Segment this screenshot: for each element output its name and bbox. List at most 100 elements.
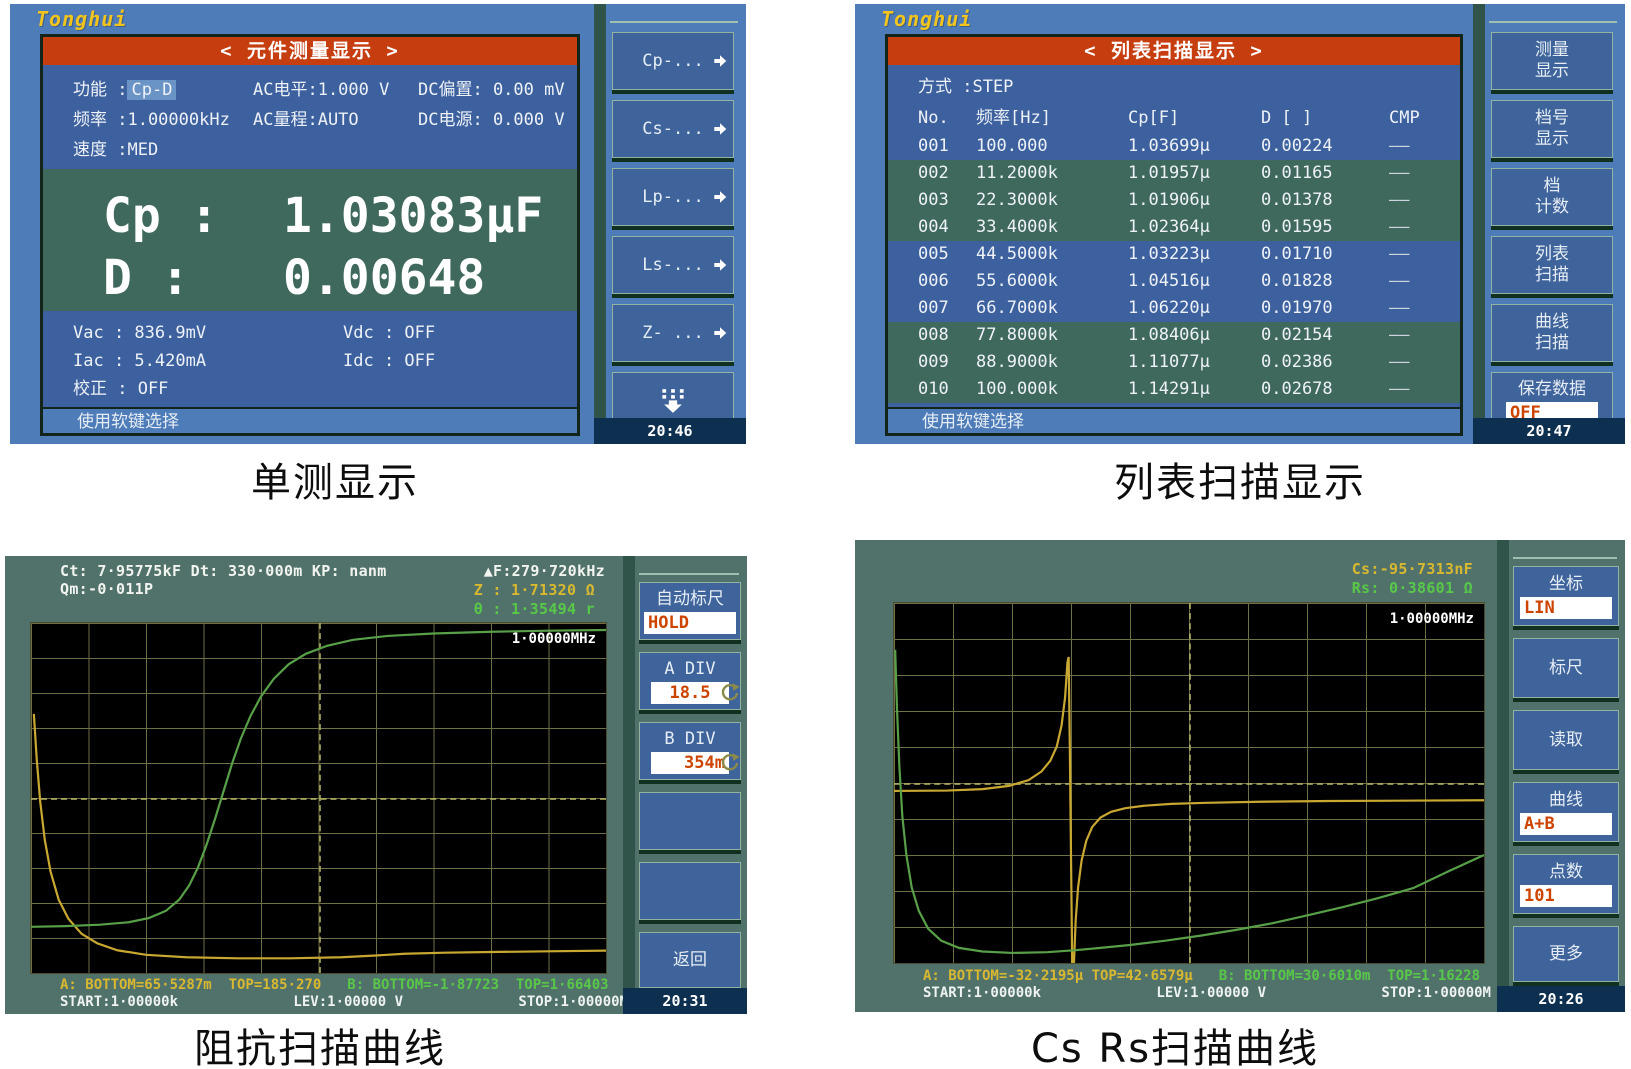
monitor-area: Vac : 836.9mV Iac : 5.420mA 校正 : OFF Vdc… [43, 311, 577, 407]
scale-b: B: BOTTOM=30·6010m TOP=1·16228 [1218, 968, 1481, 984]
softkey-a-div[interactable]: A DIV 18.5 [639, 652, 741, 710]
d-value: 0.00648 [283, 250, 486, 306]
brand-logo: Tonghui [881, 7, 973, 31]
hint-bar: 使用软键选择 [888, 407, 1460, 433]
cs-readout: Cs:-95·7313nF [1351, 560, 1473, 578]
table-row: 006 55.6000k 1.04516µ 0.01828 —— [888, 268, 1460, 295]
curve-theta [31, 630, 606, 927]
monitor-right: Vdc : OFF Idc : OFF [343, 323, 436, 371]
sweep-range-line: START:1·00000k LEV:1·00000 V STOP:1·0000… [60, 994, 628, 1010]
softkey-trace-sweep[interactable]: 曲线 扫描 [1491, 304, 1613, 362]
param-area: 功能 : Cp-D AC电平:1.000 V DC偏置: 0.00 mV 频率 :… [43, 65, 577, 169]
sweep-stop: STOP:1·00000M [1381, 985, 1491, 1001]
softkey-bin-count[interactable]: 档计数 [1491, 168, 1613, 226]
scale-readout-line: A: BOTTOM=65·5287m TOP=185·270 B: BOTTOM… [60, 977, 609, 993]
panel-measure-display: Tonghui < 元件测量显示 > 功能 : Cp-D AC电平:1.000 V… [10, 4, 746, 444]
param-ac-range: AC量程:AUTO [253, 110, 359, 130]
column-topline [1489, 21, 1617, 23]
sweep-level: LEV:1·00000 V [1156, 985, 1266, 1001]
brand-logo: Tonghui [36, 7, 128, 31]
softkey-lp[interactable]: Lp-... [612, 168, 734, 226]
figure-caption: 列表扫描显示 [1114, 460, 1366, 506]
column-divider [1497, 540, 1509, 1012]
b-div-value: 354m [651, 751, 729, 774]
rs-readout: Rs: 0·38601 Ω [1351, 579, 1473, 597]
softkey-auto-scale[interactable]: 自动标尺 HOLD [639, 582, 741, 640]
param-speed: 速度 :MED [73, 140, 159, 160]
trace-value: A+B [1520, 812, 1612, 835]
marker-readout: Ct: 7·95775kF Dt: 330·000m KP: nanm Qm:-… [60, 562, 387, 598]
result-row-d: D :0.00648 [103, 250, 486, 306]
param-dc-source: DC电源: 0.000 V [418, 110, 565, 130]
sweep-level: LEV:1·00000 V [293, 994, 403, 1010]
softkey-return[interactable]: 返回 [639, 932, 741, 988]
param-function: 功能 : Cp-D [73, 75, 253, 105]
table-row: 001 100.000 1.03699µ 0.00224 —— [888, 133, 1460, 160]
softkey-cs[interactable]: Cs-... [612, 100, 734, 158]
arrow-right-icon [714, 55, 727, 67]
scale-b: B: BOTTOM=-1·87723 TOP=1·66403 [347, 977, 609, 993]
softkey-coordinate[interactable]: 坐标 LIN [1513, 566, 1619, 626]
softkey-ls[interactable]: Ls-... [612, 236, 734, 294]
marker-frequency-label: 1·00000MHz [1389, 611, 1474, 627]
param-frequency: 频率 :1.00000kHz [73, 110, 230, 130]
figure-caption: 阻抗扫描曲线 [194, 1026, 446, 1069]
curve-layer [894, 603, 1484, 963]
param-ac-level: AC电平:1.000 V [253, 80, 390, 100]
theta-readout: θ : 1·35494 r [473, 600, 595, 618]
softkey-scale[interactable]: 标尺 [1513, 638, 1619, 698]
table-row: 010 100.000k 1.14291µ 0.02678 —— [888, 376, 1460, 403]
list-sweep-screen: < 列表扫描显示 > 方式 :STEP No. 频率[Hz] Cp[F] D [… [885, 34, 1463, 436]
sweep-mode: 方式 :STEP [918, 77, 1014, 97]
softkey-z[interactable]: Z- ... [612, 304, 734, 362]
impedance-graph: 1·00000MHz [30, 622, 607, 974]
panel-list-sweep: Tonghui < 列表扫描显示 > 方式 :STEP No. 频率[Hz] C… [855, 4, 1625, 444]
figure-canvas: Tonghui < 元件测量显示 > 功能 : Cp-D AC电平:1.000 V… [0, 0, 1631, 1069]
scale-readout-line: A: BOTTOM=-32·2195µ TOP=42·6579µ B: BOTT… [923, 968, 1480, 984]
clock: 20:26 [1497, 986, 1625, 1012]
softkey-column: 测量 显示 档号 显示 档计数 列表 扫描 曲线 扫描 保存数据 OFF 20:47 [1473, 4, 1625, 444]
softkey-trace[interactable]: 曲线 A+B [1513, 782, 1619, 842]
scale-a: A: BOTTOM=-32·2195µ TOP=42·6579µ [923, 968, 1193, 984]
sweep-range-line: START:1·00000k LEV:1·00000 V STOP:1·0000… [923, 985, 1491, 1001]
softkey-blank-1[interactable] [639, 792, 741, 850]
softkey-b-div[interactable]: B DIV 354m [639, 722, 741, 780]
marker-frequency-label: 1·00000MHz [511, 631, 596, 647]
softkey-cp[interactable]: Cp-... [612, 32, 734, 90]
figure-caption: 单测显示 [251, 460, 419, 506]
dial-icon [721, 753, 740, 771]
softkey-bin-display[interactable]: 档号 显示 [1491, 100, 1613, 158]
softkey-read[interactable]: 读取 [1513, 710, 1619, 770]
softkey-list-sweep[interactable]: 列表 扫描 [1491, 236, 1613, 294]
curve-cs [894, 657, 1484, 963]
result-row-cp: Cp :1.03083µF [103, 188, 544, 244]
softkey-more[interactable]: 更多 [1513, 926, 1619, 982]
panel-cs-rs-sweep: Cs:-95·7313nF Rs: 0·38601 Ω 1·00000MHz A… [855, 540, 1625, 1012]
measurement-result-area: Cp :1.03083µF D :0.00648 [43, 169, 577, 311]
column-topline [610, 21, 738, 23]
softkey-blank-2[interactable] [639, 862, 741, 920]
list-area: 方式 :STEP No. 频率[Hz] Cp[F] D [ ] CMP 001 1… [888, 65, 1460, 407]
dial-icon [721, 683, 740, 701]
table-row: 002 11.2000k 1.01957µ 0.01165 —— [888, 160, 1460, 187]
softkey-column: Cp-... Cs-... Lp-... Ls-... Z- ... 20:46 [594, 4, 746, 444]
table-row: 007 66.7000k 1.06220µ 0.01970 —— [888, 295, 1460, 322]
column-divider [594, 4, 606, 444]
monitor-left: Vac : 836.9mV Iac : 5.420mA 校正 : OFF [73, 323, 207, 399]
table-row: 005 44.5000k 1.03223µ 0.01710 —— [888, 241, 1460, 268]
curve-z [34, 714, 606, 958]
curve-layer [31, 623, 606, 973]
param-dc-bias: DC偏置: 0.00 mV [418, 80, 565, 100]
points-value: 101 [1520, 884, 1612, 907]
softkey-meas-display[interactable]: 测量 显示 [1491, 32, 1613, 90]
scale-a: A: BOTTOM=65·5287m TOP=185·270 [60, 977, 322, 993]
screen-title: < 列表扫描显示 > [888, 37, 1460, 65]
sweep-stop: STOP:1·00000M [518, 994, 628, 1010]
sweep-start: START:1·00000k [923, 985, 1042, 1001]
table-header: No. 频率[Hz] Cp[F] D [ ] CMP [918, 108, 1420, 128]
coordinate-value: LIN [1520, 596, 1612, 619]
column-topline [639, 573, 739, 575]
clock: 20:46 [594, 418, 746, 444]
softkey-points[interactable]: 点数 101 [1513, 854, 1619, 914]
table-row: 008 77.8000k 1.08406µ 0.02154 —— [888, 322, 1460, 349]
